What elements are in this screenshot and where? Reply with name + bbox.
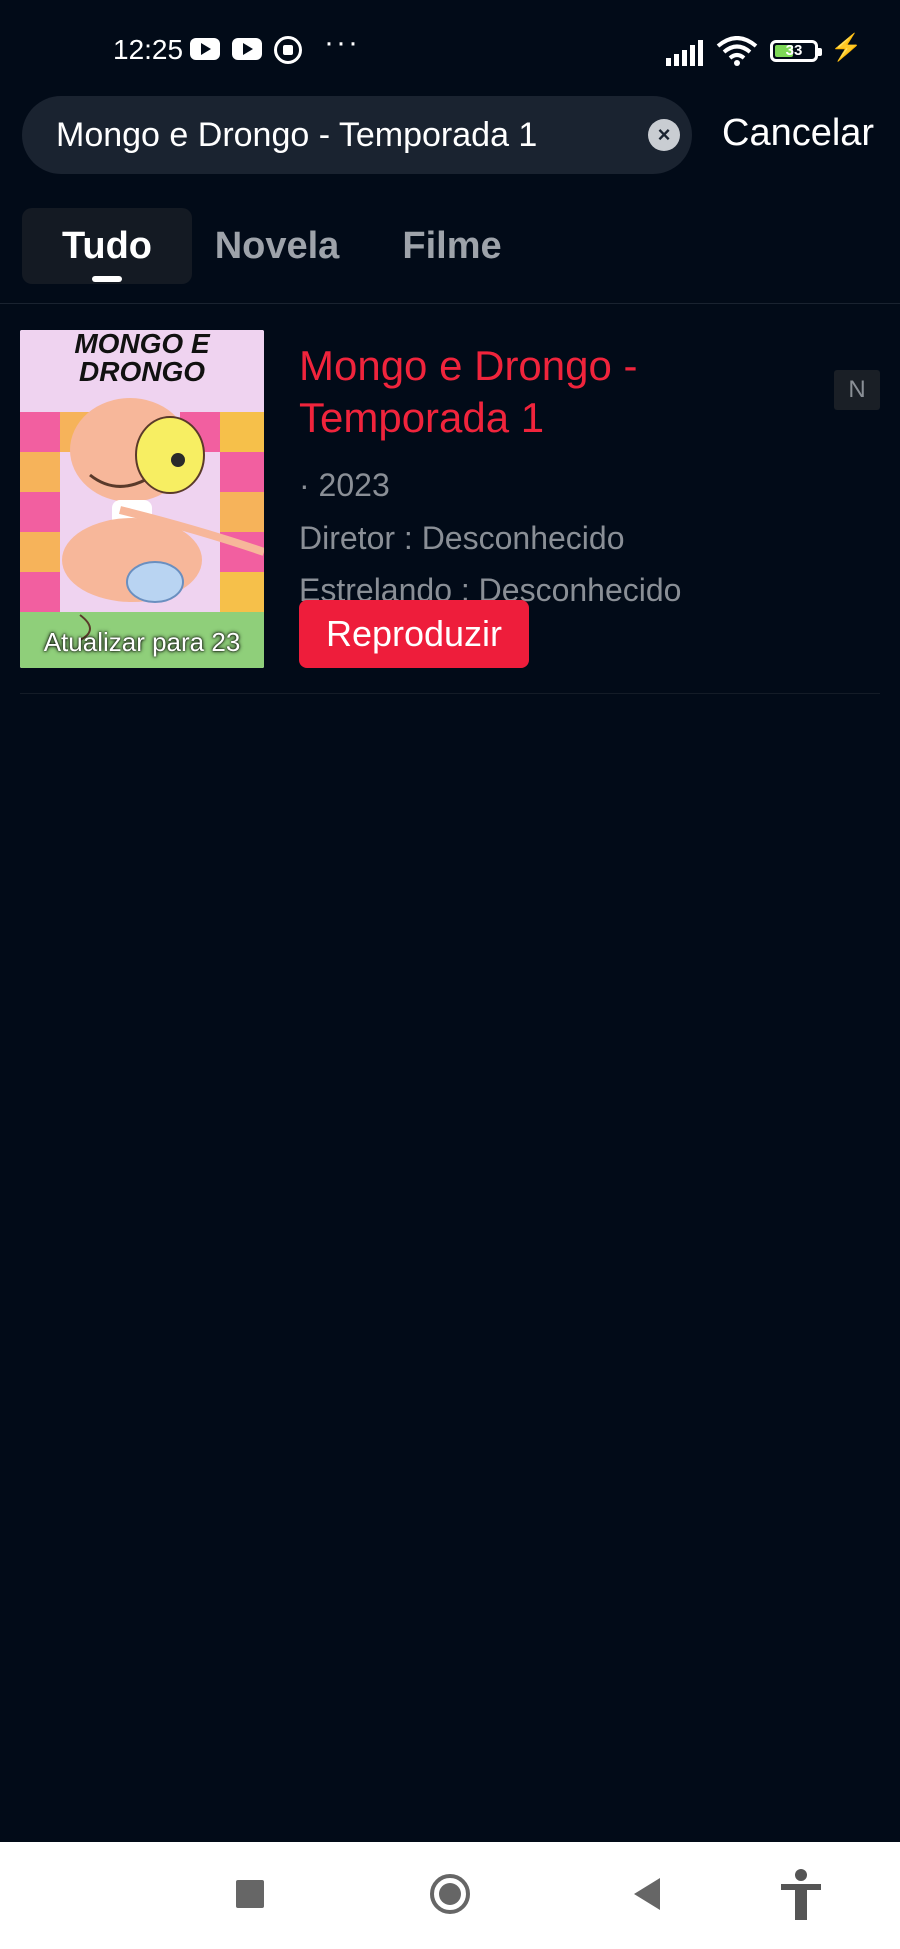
search-bar[interactable]: × bbox=[22, 96, 692, 174]
poster-image[interactable]: MONGO E DRONGO Atualizar para 23 bbox=[20, 330, 264, 668]
back-icon[interactable] bbox=[634, 1878, 660, 1910]
tab-filme[interactable]: Filme bbox=[392, 208, 512, 284]
divider bbox=[20, 693, 880, 694]
status-bar: 12:25 ··· 33 ⚡ bbox=[0, 0, 900, 100]
home-icon[interactable] bbox=[430, 1874, 470, 1914]
clear-search-icon[interactable]: × bbox=[648, 119, 680, 151]
status-badge: N bbox=[834, 370, 880, 410]
youtube-icon bbox=[232, 38, 262, 60]
wifi-icon bbox=[716, 36, 758, 66]
result-year: · 2023 bbox=[299, 467, 390, 503]
recent-apps-icon[interactable] bbox=[236, 1880, 264, 1908]
accessibility-icon[interactable] bbox=[778, 1868, 824, 1922]
divider bbox=[0, 303, 900, 304]
battery-icon: 33 bbox=[770, 40, 822, 62]
search-input[interactable] bbox=[56, 115, 616, 155]
cancel-button[interactable]: Cancelar bbox=[722, 112, 874, 155]
tab-tudo[interactable]: Tudo bbox=[22, 208, 192, 284]
tab-novela[interactable]: Novela bbox=[212, 208, 342, 284]
result-director: Diretor : Desconhecido bbox=[299, 520, 625, 556]
status-time: 12:25 bbox=[113, 34, 184, 65]
youtube-icon bbox=[190, 38, 220, 60]
more-dots-icon: ··· bbox=[324, 26, 360, 59]
signal-icon bbox=[666, 38, 708, 66]
play-button[interactable]: Reproduzir bbox=[299, 600, 529, 668]
download-icon bbox=[274, 36, 302, 64]
poster-title: MONGO E DRONGO bbox=[20, 330, 264, 386]
poster-title-text: MONGO E DRONGO bbox=[74, 330, 210, 387]
result-title[interactable]: Mongo e Drongo - Temporada 1 bbox=[299, 340, 759, 444]
system-nav-bar bbox=[0, 1842, 900, 1949]
poster-caption: Atualizar para 23 bbox=[43, 627, 241, 657]
tab-active-indicator bbox=[92, 276, 122, 282]
charging-icon: ⚡ bbox=[830, 32, 863, 62]
battery-percent: 33 bbox=[785, 42, 803, 59]
